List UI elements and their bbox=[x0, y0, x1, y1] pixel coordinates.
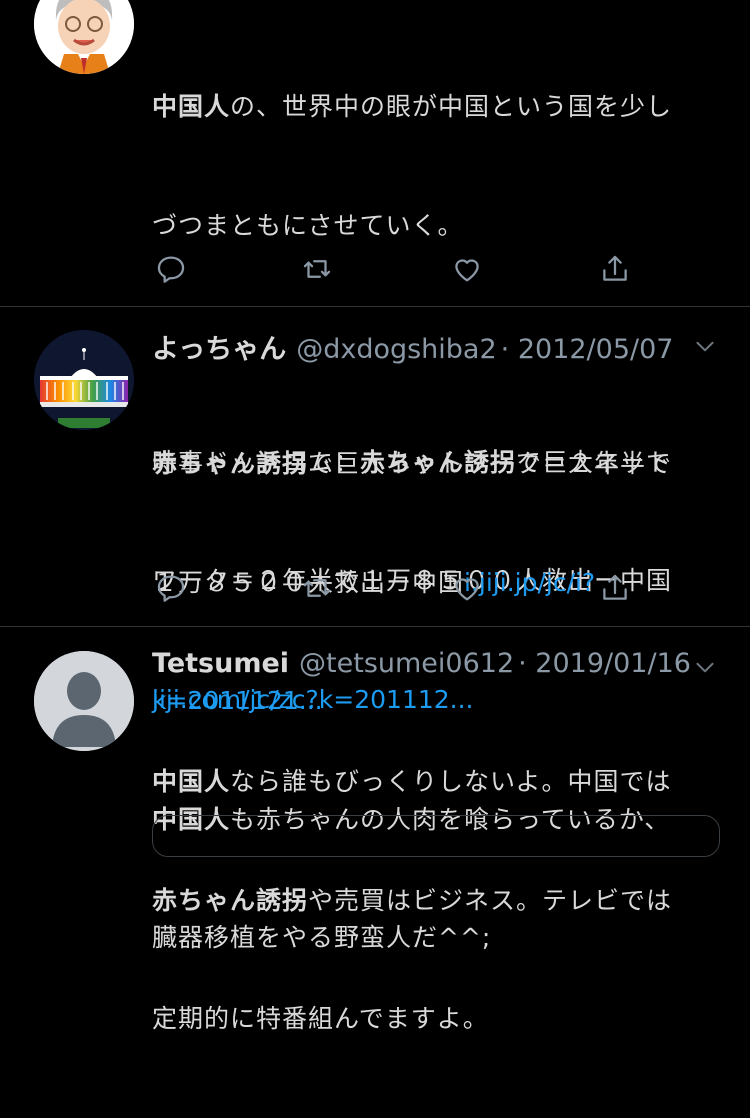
text-segment: で巨大ネットワーク＝２年半で bbox=[308, 449, 673, 478]
text-segment: なら誰もびっくりしないよ。中国では bbox=[230, 767, 672, 796]
tweet-date[interactable]: · 2019/01/16 bbox=[518, 648, 691, 679]
display-name[interactable]: よっちゃん bbox=[152, 334, 286, 365]
default-user-avatar-icon bbox=[34, 651, 134, 751]
reply-icon[interactable] bbox=[154, 252, 188, 286]
avatar[interactable] bbox=[34, 330, 134, 430]
avatar[interactable] bbox=[34, 651, 134, 751]
cartoon-avatar-icon bbox=[34, 0, 134, 74]
user-handle[interactable]: @dxdogshiba2 bbox=[296, 334, 496, 365]
quoted-card[interactable] bbox=[152, 815, 720, 857]
highlight-keyword: 中国人 bbox=[152, 767, 231, 796]
heart-icon[interactable] bbox=[450, 252, 484, 286]
tweet-actions bbox=[152, 252, 642, 288]
text-segment: づつまともにさせていく。 bbox=[152, 210, 464, 240]
display-name[interactable]: Tetsumei bbox=[152, 648, 289, 679]
tweet-2[interactable]: よっちゃん @dxdogshiba2 · 2012/05/07 赤ちゃん誘拐で巨大ネ… bbox=[0, 307, 750, 952]
user-handle[interactable]: @tetsumei0612 bbox=[299, 648, 514, 679]
text-segment: 定期的に特番組んでますよ。 bbox=[152, 1004, 489, 1033]
tweet-actions bbox=[152, 571, 642, 607]
tweet-header: よっちゃん @dxdogshiba2 · 2012/05/07 bbox=[152, 327, 722, 366]
tweet-date[interactable]: · 2012/05/07 bbox=[501, 334, 674, 365]
text-segment: や売買はビジネス。テレビでは bbox=[308, 885, 673, 915]
tweet-3[interactable]: Tetsumei @tetsumei0612 · 2019/01/16 中国人なら誰… bbox=[0, 627, 750, 1033]
chevron-down-icon[interactable] bbox=[692, 333, 718, 366]
highlight-keyword: 赤ちゃん誘拐 bbox=[152, 885, 309, 915]
reply-icon[interactable] bbox=[154, 571, 188, 605]
highlight-keyword: 赤ちゃん誘拐 bbox=[152, 449, 309, 478]
text-segment: の、世界中の眼が中国という国を少し bbox=[230, 92, 673, 121]
heart-icon[interactable] bbox=[450, 571, 484, 605]
tweet-header: Tetsumei @tetsumei0612 · 2019/01/16 bbox=[152, 648, 722, 684]
retweet-icon[interactable] bbox=[300, 571, 334, 605]
highlight-keyword: 中国人 bbox=[152, 92, 231, 121]
tweet-text: 中国人なら誰もびっくりしないよ。中国では 赤ちゃん誘拐や売買はビジネス。テレビで… bbox=[152, 683, 727, 1118]
share-icon[interactable] bbox=[598, 571, 632, 605]
avatar[interactable] bbox=[34, 0, 134, 74]
tweet-1[interactable]: 中国人の、世界中の眼が中国という国を少し づつまともにさせていく。 時事ドットコ… bbox=[0, 0, 750, 714]
share-icon[interactable] bbox=[598, 252, 632, 286]
white-house-avatar-icon bbox=[34, 330, 134, 430]
retweet-icon[interactable] bbox=[300, 252, 334, 286]
